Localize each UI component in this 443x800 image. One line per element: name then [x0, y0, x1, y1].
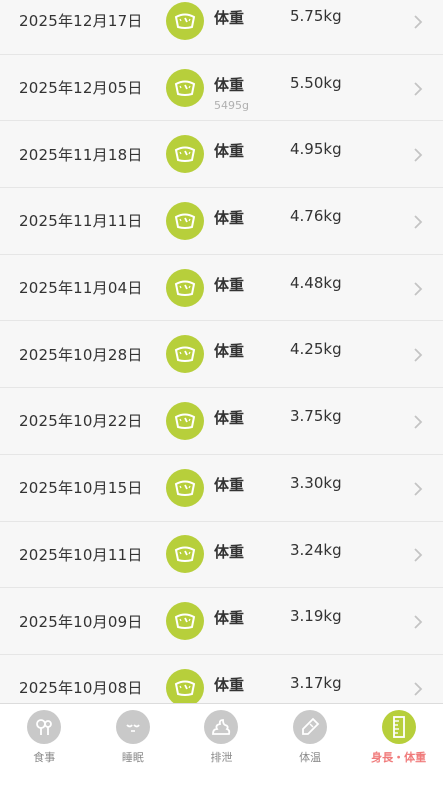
chevron-right-icon — [411, 214, 425, 229]
scale-icon — [166, 535, 204, 574]
record-row[interactable]: 2025年10月28日 体重 4.25kg — [0, 321, 443, 389]
record-type: 体重 — [214, 275, 245, 294]
record-date: 2025年10月11日 — [19, 545, 143, 564]
weight-record-list: 2025年12月17日 体重 5.75kg 2025年12月05日 体重 5495g 5.5… — [0, 0, 443, 722]
record-value: 4.48kg — [290, 273, 342, 292]
record-value: 5.50kg — [290, 73, 342, 92]
scale-icon — [166, 268, 204, 307]
tab-poop[interactable]: 排泄 — [177, 704, 266, 800]
record-date: 2025年12月05日 — [19, 79, 143, 98]
record-value: 3.19kg — [290, 607, 342, 626]
chevron-right-icon — [411, 481, 425, 496]
record-row[interactable]: 2025年10月11日 体重 3.24kg — [0, 521, 443, 589]
record-type: 体重 — [214, 9, 245, 27]
scale-icon — [166, 401, 204, 440]
record-row[interactable]: 2025年11月04日 体重 4.48kg — [0, 254, 443, 322]
chevron-right-icon — [411, 614, 425, 629]
chevron-right-icon — [411, 14, 425, 29]
record-row[interactable]: 2025年10月22日 体重 3.75kg — [0, 388, 443, 455]
chevron-right-icon — [411, 414, 425, 429]
chevron-right-icon — [411, 281, 425, 296]
record-value: 4.76kg — [290, 207, 342, 226]
tab-meal[interactable]: 食事 — [0, 704, 89, 800]
tab-label: 排泄 — [210, 751, 233, 764]
record-value: 4.25kg — [290, 340, 342, 359]
record-type: 体重 — [214, 609, 245, 628]
record-date: 2025年10月15日 — [19, 479, 143, 498]
tab-label: 睡眠 — [121, 751, 144, 764]
thermometer-icon — [293, 710, 328, 744]
record-row[interactable]: 2025年11月11日 体重 4.76kg — [0, 188, 443, 255]
scale-icon — [166, 1, 204, 40]
record-date: 2025年10月22日 — [19, 412, 143, 431]
record-date: 2025年10月09日 — [19, 612, 143, 631]
scale-icon — [166, 68, 204, 107]
ruler-icon — [381, 710, 416, 744]
sleep-icon — [115, 710, 150, 744]
scale-icon — [166, 135, 204, 174]
record-type: 体重 — [214, 75, 245, 94]
record-row[interactable]: 2025年10月15日 体重 3.30kg — [0, 454, 443, 522]
tab-label: 身長・体重 — [371, 751, 427, 764]
record-value: 3.30kg — [290, 473, 342, 492]
chevron-right-icon — [411, 681, 425, 696]
meal-icon — [27, 710, 62, 744]
record-row[interactable]: 2025年11月18日 体重 4.95kg — [0, 121, 443, 189]
scale-icon — [166, 335, 204, 374]
record-date: 2025年10月28日 — [19, 345, 143, 364]
chevron-right-icon — [411, 147, 425, 162]
record-type: 体重 — [214, 542, 245, 561]
scale-icon — [166, 668, 204, 707]
chevron-right-icon — [411, 81, 425, 96]
tab-label: 食事 — [33, 751, 56, 764]
record-date: 2025年12月17日 — [19, 12, 143, 31]
scale-icon — [166, 468, 204, 507]
record-value: 3.75kg — [290, 407, 342, 426]
record-grams: 5495g — [214, 98, 249, 112]
record-date: 2025年11月11日 — [19, 212, 143, 231]
record-type: 体重 — [214, 142, 245, 161]
record-date: 2025年11月04日 — [19, 279, 143, 298]
record-value: 3.24kg — [290, 540, 342, 559]
chevron-right-icon — [411, 547, 425, 562]
scale-icon — [166, 201, 204, 240]
record-value: 5.75kg — [290, 7, 342, 25]
tab-thermometer[interactable]: 体温 — [266, 704, 355, 800]
record-value: 3.17kg — [290, 673, 342, 692]
record-type: 体重 — [214, 342, 245, 361]
poop-icon — [204, 710, 239, 744]
tab-ruler[interactable]: 身長・体重 — [354, 704, 443, 800]
chevron-right-icon — [411, 347, 425, 362]
record-row[interactable]: 2025年12月05日 体重 5495g 5.50kg — [0, 54, 443, 122]
scale-icon — [166, 602, 204, 641]
tab-label: 体温 — [299, 751, 322, 764]
record-type: 体重 — [214, 209, 245, 228]
record-type: 体重 — [214, 475, 245, 494]
record-row[interactable]: 2025年12月17日 体重 5.75kg — [0, 0, 443, 55]
tab-sleep[interactable]: 睡眠 — [89, 704, 178, 800]
record-row[interactable]: 2025年10月09日 体重 3.19kg — [0, 588, 443, 655]
record-value: 4.95kg — [290, 140, 342, 159]
bottom-tab-bar: 食事 睡眠 排泄 体温 身長・体重 — [0, 703, 443, 800]
record-type: 体重 — [214, 409, 245, 428]
record-date: 2025年11月18日 — [19, 145, 143, 164]
record-type: 体重 — [214, 675, 245, 694]
